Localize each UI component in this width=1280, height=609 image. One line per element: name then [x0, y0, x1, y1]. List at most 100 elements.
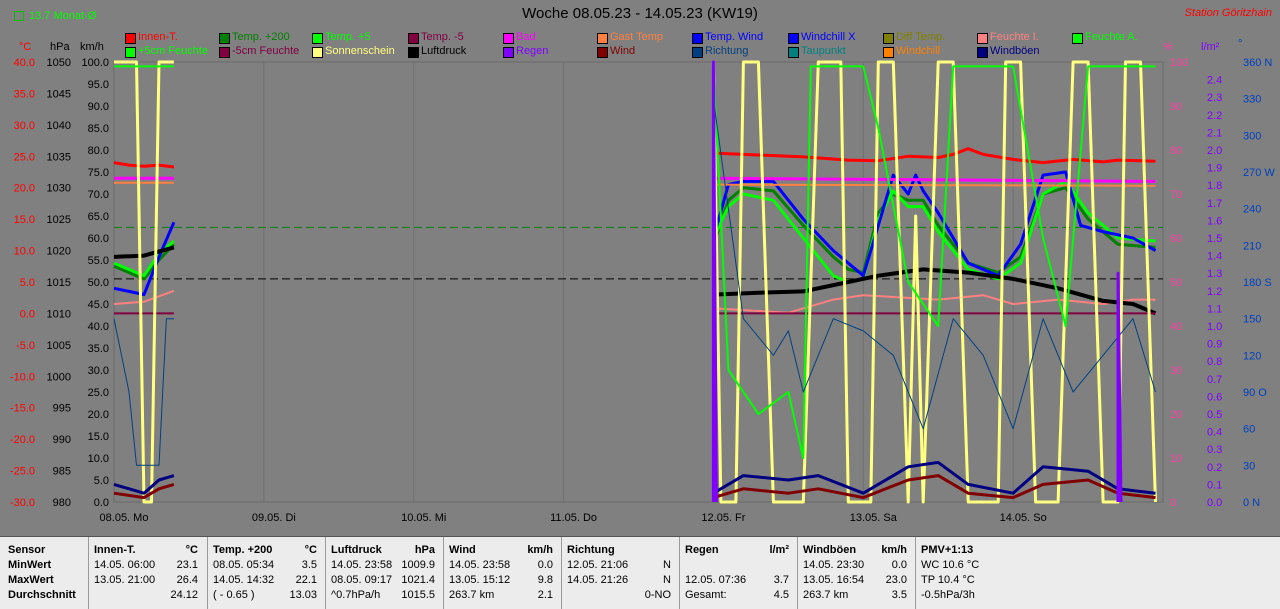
plot-svg: 40.0 35.0 30.0 25.0 20.0 15.0 10.0 5.0 0.0 -5.0 -1… — [10, 57, 1275, 524]
humidity-tick-label: 100 — [1170, 57, 1188, 69]
rain-tick-label: 0.6 — [1207, 391, 1222, 403]
pressure-tick-label: 990 — [53, 434, 71, 446]
temperature-tick-label: 15.0 — [14, 214, 35, 226]
summary-cell-row: 08.05. 05:34 3.5 — [213, 558, 317, 573]
rain-tick-label: 0.2 — [1207, 462, 1222, 474]
summary-column-unit: km/h — [527, 544, 553, 556]
summary-cell-row: 14.05. 21:26 N — [567, 573, 671, 588]
temperature-tick-label: 35.0 — [14, 88, 35, 100]
pressure-tick-label: 1035 — [47, 151, 71, 163]
pressure-tick-label: 1025 — [47, 214, 71, 226]
summary-cell-row: 263.7 km 2.1 — [449, 588, 553, 603]
summary-column-header: PMV+1:13 — [921, 543, 1025, 558]
summary-cell-value: 13.03 — [289, 589, 317, 601]
wind-tick-label: 80.0 — [88, 145, 109, 157]
rain-tick-label: 1.8 — [1207, 180, 1222, 192]
summary-cell-row: 14.05. 23:58 1009.9 — [331, 558, 435, 573]
summary-column-header: Wind km/h — [449, 543, 553, 558]
wind-tick-label: 90.0 — [88, 101, 109, 113]
humidity-tick-label: 60 — [1170, 233, 1182, 245]
summary-cell-label: 12.05. 07:36 — [685, 574, 747, 586]
direction-tick-label: 240 — [1243, 204, 1261, 216]
humidity-tick-label: 40 — [1170, 321, 1182, 333]
summary-cell-label: ( - 0.65 ) — [213, 589, 255, 601]
summary-row-labels: Sensor MinWert MaxWert Durchschnitt — [8, 543, 84, 603]
direction-tick-label: 0 N — [1243, 497, 1260, 509]
direction-tick-label: 300 — [1243, 130, 1261, 142]
summary-cell-value: 3.5 — [301, 559, 317, 571]
summary-cell-label: 13.05. 16:54 — [803, 574, 865, 586]
wind-tick-label: 65.0 — [88, 211, 109, 223]
summary-column-separator — [325, 537, 326, 609]
summary-cell-value: 1015.5 — [401, 589, 435, 601]
rain-tick-label: 1.4 — [1207, 251, 1222, 263]
summary-cell-label: 13.05. 15:12 — [449, 574, 511, 586]
summary-cell-row: 24.12 — [94, 588, 198, 603]
pressure-tick-label: 1040 — [47, 120, 71, 132]
pressure-tick-label: 1000 — [47, 371, 71, 383]
summary-column-separator — [679, 537, 680, 609]
summary-column: Windböen km/h 14.05. 23:30 0.0 13.05. 16:54 2… — [803, 543, 907, 603]
summary-column-header: Richtung — [567, 543, 671, 558]
summary-cell-label: TP 10.4 °C — [921, 574, 975, 586]
summary-cell-label: 12.05. 21:06 — [567, 559, 629, 571]
wind-tick-label: 30.0 — [88, 365, 109, 377]
summary-cell-label: 08.05. 09:17 — [331, 574, 393, 586]
rain-tick-label: 1.7 — [1207, 198, 1222, 210]
summary-column-unit: hPa — [414, 544, 435, 556]
summary-cell-label: 14.05. 14:32 — [213, 574, 275, 586]
summary-column: Temp. +200 °C 08.05. 05:34 3.5 14.05. 14:32 2… — [213, 543, 317, 603]
humidity-tick-label: 10 — [1170, 453, 1182, 465]
summary-cell-value: 0-NO — [644, 589, 671, 601]
summary-cell-row: 0-NO — [567, 588, 671, 603]
wind-tick-label: 15.0 — [88, 431, 109, 443]
summary-column: Wind km/h 14.05. 23:58 0.0 13.05. 15:12 9.8 26… — [449, 543, 553, 603]
rain-tick-label: 2.3 — [1207, 92, 1222, 104]
summary-cell-row: ^0.7hPa/h 1015.5 — [331, 588, 435, 603]
temperature-tick-label: -20.0 — [10, 434, 35, 446]
summary-cell-row: 14.05. 23:58 0.0 — [449, 558, 553, 573]
rain-tick-label: 1.3 — [1207, 268, 1222, 280]
rain-tick-label: 2.1 — [1207, 127, 1222, 139]
summary-table: Sensor MinWert MaxWert Durchschnitt Inne… — [0, 536, 1280, 609]
summary-cell-value: 23.0 — [885, 574, 907, 586]
temperature-tick-label: -10.0 — [10, 371, 35, 383]
summary-cell-value: 24.12 — [170, 589, 198, 601]
wind-tick-label: 95.0 — [88, 79, 109, 91]
summary-cell-value: 4.5 — [773, 589, 789, 601]
summary-cell-row — [685, 558, 789, 573]
summary-cell-row: 14.05. 23:30 0.0 — [803, 558, 907, 573]
wind-tick-label: 70.0 — [88, 189, 109, 201]
rain-tick-label: 2.4 — [1207, 75, 1222, 87]
temperature-tick-label: -15.0 — [10, 403, 35, 415]
wind-tick-label: 25.0 — [88, 387, 109, 399]
summary-cell-value: 2.1 — [537, 589, 553, 601]
rain-tick-label: 2.2 — [1207, 110, 1222, 122]
summary-column-title: Windböen — [803, 544, 857, 556]
summary-cell-value: 26.4 — [176, 574, 198, 586]
direction-tick-label: 120 — [1243, 350, 1261, 362]
rain-tick-label: 0.5 — [1207, 409, 1222, 421]
temperature-tick-label: 5.0 — [20, 277, 35, 289]
rain-tick-label: 1.5 — [1207, 233, 1222, 245]
rain-tick-label: 1.9 — [1207, 163, 1222, 175]
summary-cell-label: 14.05. 06:00 — [94, 559, 156, 571]
rain-tick-label: 1.2 — [1207, 286, 1222, 298]
summary-cell-row: 13.05. 15:12 9.8 — [449, 573, 553, 588]
summary-cell-label: 14.05. 23:58 — [449, 559, 511, 571]
summary-row-label: MinWert — [8, 559, 52, 571]
wind-tick-label: 100.0 — [81, 57, 109, 69]
summary-column-title: Temp. +200 — [213, 544, 273, 556]
wind-tick-label: 40.0 — [88, 321, 109, 333]
x-tick-label: 13.05. Sa — [850, 512, 898, 524]
direction-tick-label: 330 — [1243, 94, 1261, 106]
temperature-tick-label: -30.0 — [10, 497, 35, 509]
x-tick-label: 10.05. Mi — [401, 512, 446, 524]
pressure-tick-label: 980 — [53, 497, 71, 509]
rain-tick-label: 0.8 — [1207, 356, 1222, 368]
chart-area: 13.7 Monat-Ø Woche 08.05.23 - 14.05.23 (… — [0, 0, 1280, 532]
rain-tick-label: 0.7 — [1207, 374, 1222, 386]
wind-tick-label: 85.0 — [88, 123, 109, 135]
summary-column-title: Regen — [685, 544, 719, 556]
summary-column: Innen-T. °C 14.05. 06:00 23.1 13.05. 21:00 26… — [94, 543, 198, 603]
